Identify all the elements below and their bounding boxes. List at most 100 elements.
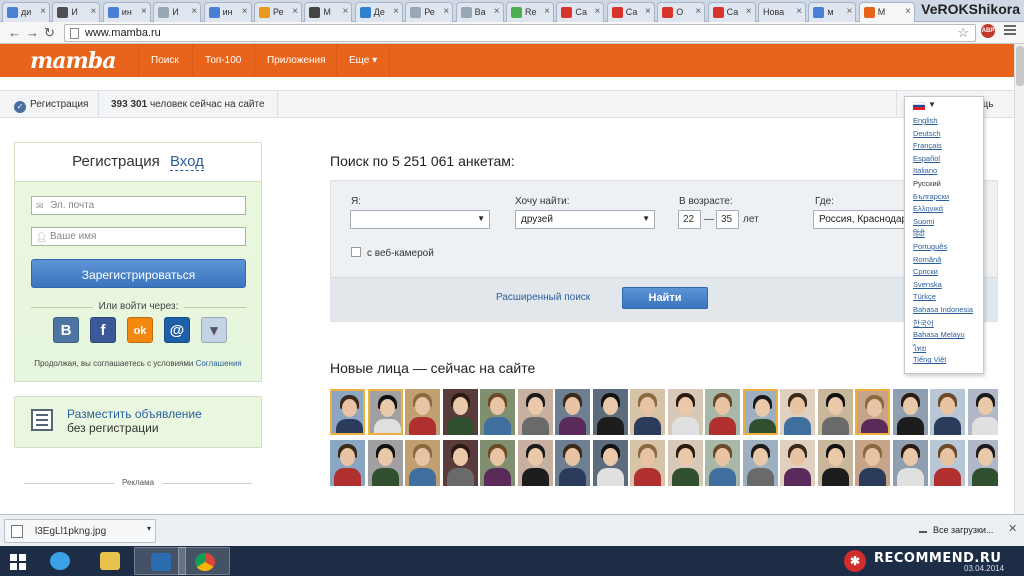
nav-search[interactable]: Поиск — [138, 44, 191, 77]
user-avatar[interactable] — [555, 389, 590, 435]
tray-app-icon[interactable]: ✱ — [844, 550, 866, 572]
mamba-logo[interactable]: mamba — [30, 48, 116, 74]
user-avatar[interactable] — [892, 440, 928, 486]
find-button[interactable]: Найти — [622, 287, 708, 309]
language-option[interactable]: Deutsch — [913, 129, 973, 142]
vk-icon[interactable]: В — [53, 317, 79, 343]
status-register-link[interactable]: ✓ Регистрация — [14, 99, 88, 113]
browser-tab[interactable]: ин × — [102, 2, 151, 22]
language-option[interactable]: Tiếng Việt — [913, 355, 973, 368]
user-avatar[interactable] — [780, 440, 815, 486]
adblock-icon[interactable]: ABP — [981, 24, 995, 38]
language-dropdown[interactable]: ▼ English Deutsch Français Español Italiano Р… — [904, 96, 984, 374]
user-avatar[interactable] — [367, 440, 403, 486]
user-avatar[interactable] — [630, 389, 665, 435]
tab-close-icon[interactable]: × — [292, 6, 298, 17]
user-avatar[interactable] — [667, 389, 703, 435]
url-input[interactable]: www.mamba.ru ☆ — [64, 24, 976, 42]
user-avatar[interactable] — [480, 389, 515, 435]
language-option[interactable]: Suomi — [913, 217, 973, 230]
tab-login[interactable]: Вход — [169, 153, 204, 171]
ie-icon[interactable] — [34, 547, 86, 575]
where-select[interactable]: Россия, Краснодар — [813, 210, 913, 229]
browser-tab[interactable]: ин × — [203, 2, 252, 22]
tab-close-icon[interactable]: × — [191, 6, 197, 17]
tab-close-icon[interactable]: × — [40, 6, 46, 17]
all-downloads-link[interactable]: Все загрузки... — [919, 524, 993, 535]
user-avatar[interactable] — [405, 389, 440, 435]
user-avatar[interactable] — [592, 440, 628, 486]
age-to-input[interactable]: 35 — [716, 210, 739, 229]
browser-tab[interactable]: Де × — [354, 2, 403, 22]
name-field[interactable]: 👤︎ Ваше имя — [31, 227, 246, 246]
tab-register[interactable]: Регистрация — [72, 153, 160, 170]
language-option[interactable]: ไทย — [913, 343, 973, 356]
chevron-down-icon[interactable]: ▾ — [147, 524, 151, 533]
back-icon[interactable]: ← — [8, 25, 21, 40]
nav-apps[interactable]: Приложения — [254, 44, 338, 77]
browser-tab[interactable]: м × — [808, 2, 857, 22]
nav-top100[interactable]: Топ-100 — [192, 44, 253, 77]
language-option[interactable]: Svenska — [913, 280, 973, 293]
user-avatar[interactable] — [442, 440, 478, 486]
user-avatar[interactable] — [555, 440, 590, 486]
register-button[interactable]: Зарегистрироваться — [31, 259, 246, 288]
user-avatar[interactable] — [480, 440, 515, 486]
agreement-link[interactable]: Соглашения — [196, 359, 242, 368]
user-avatar[interactable] — [405, 440, 440, 486]
tab-close-icon[interactable]: × — [796, 6, 802, 17]
scroll-thumb[interactable] — [1016, 46, 1024, 86]
user-avatar[interactable] — [705, 440, 740, 486]
user-avatar[interactable] — [592, 389, 628, 435]
user-avatar[interactable] — [892, 389, 928, 435]
post-ad-link[interactable]: Разместить объявление — [67, 407, 202, 421]
user-avatar[interactable] — [330, 389, 365, 435]
language-option[interactable]: Română — [913, 255, 973, 268]
browser-tab[interactable]: Ре × — [254, 2, 302, 22]
user-avatar[interactable] — [517, 440, 553, 486]
webcam-checkbox[interactable]: с веб-камерой — [351, 247, 434, 259]
tab-close-icon[interactable]: × — [595, 6, 601, 17]
explorer-icon[interactable] — [84, 547, 136, 575]
user-avatar[interactable] — [855, 389, 890, 435]
tab-close-icon[interactable]: × — [544, 6, 550, 17]
language-option[interactable]: 한국어 — [913, 318, 973, 331]
advanced-search-link[interactable]: Расширенный поиск — [496, 292, 590, 303]
user-avatar[interactable] — [967, 440, 998, 486]
tab-close-icon[interactable]: × — [443, 6, 449, 17]
tab-close-icon[interactable]: × — [847, 6, 853, 17]
windows-start-icon[interactable] — [10, 554, 26, 570]
language-option[interactable]: English — [913, 116, 973, 129]
language-option[interactable]: Bahasa Indonesia — [913, 305, 973, 318]
browser-tab[interactable]: О × — [657, 2, 706, 22]
want-select[interactable]: друзей ▼ — [515, 210, 655, 229]
email-field[interactable]: ✉ Эл. почта — [31, 196, 246, 215]
user-avatar[interactable] — [517, 389, 553, 435]
age-from-input[interactable]: 22 — [678, 210, 701, 229]
language-option[interactable]: Português — [913, 242, 973, 255]
user-avatar[interactable] — [330, 440, 365, 486]
browser-tab[interactable]: Нова × — [758, 2, 806, 22]
odnoklassniki-icon[interactable]: ok — [127, 317, 153, 343]
language-option[interactable]: Русский — [913, 179, 973, 192]
browser-tab[interactable]: Са × — [556, 2, 605, 22]
language-option[interactable]: Bahasa Melayu — [913, 330, 973, 343]
caret-down-icon[interactable]: ▼ — [928, 100, 936, 109]
browser-tab[interactable]: ди × — [2, 2, 50, 22]
browser-tab[interactable]: Са × — [707, 2, 756, 22]
forward-icon[interactable]: → — [26, 25, 39, 40]
mailru-icon[interactable]: @ — [164, 317, 190, 343]
user-avatar[interactable] — [742, 389, 778, 435]
user-avatar[interactable] — [630, 440, 665, 486]
facebook-icon[interactable]: f — [90, 317, 116, 343]
language-option[interactable]: Türkçe — [913, 292, 973, 305]
browser-menu-icon[interactable] — [1004, 25, 1016, 37]
language-option[interactable]: Српски — [913, 267, 973, 280]
user-avatar[interactable] — [930, 389, 965, 435]
download-item[interactable]: l3EgLl1pkng.jpg ▾ — [4, 519, 156, 543]
page-scrollbar[interactable] — [1014, 44, 1024, 514]
browser-tab[interactable]: И × — [52, 2, 101, 22]
user-avatar[interactable] — [442, 389, 478, 435]
tab-close-icon[interactable]: × — [393, 6, 399, 17]
browser-tab[interactable]: М × — [304, 2, 353, 22]
